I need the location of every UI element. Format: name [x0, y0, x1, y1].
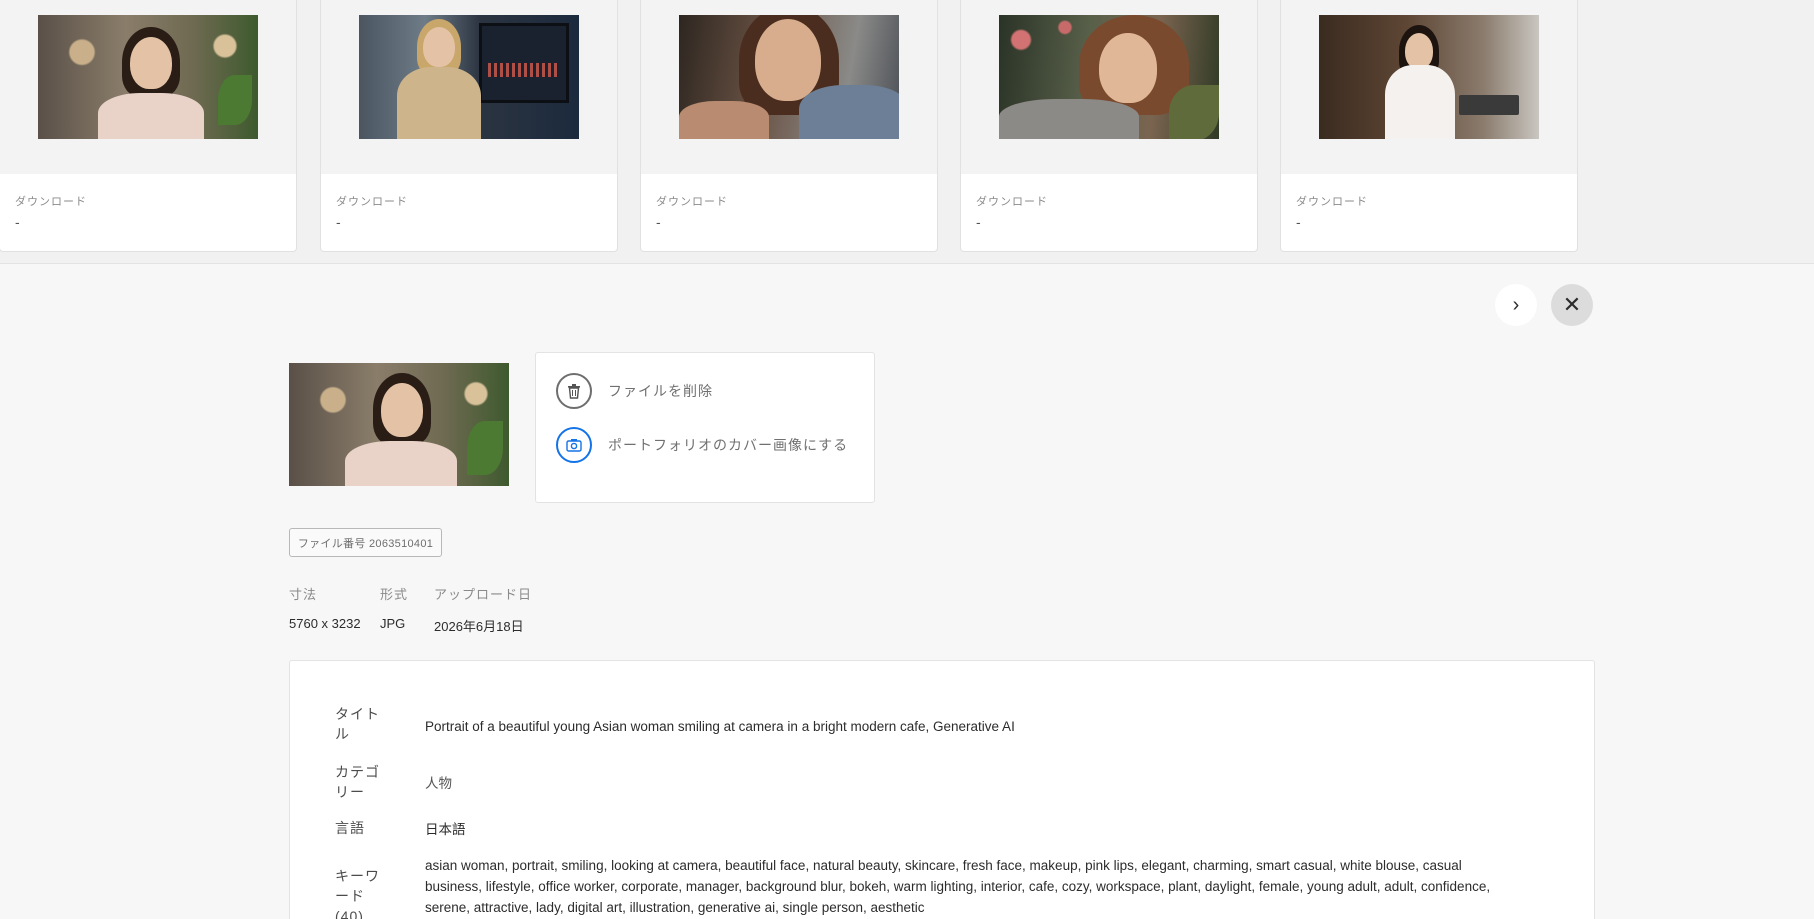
delete-file-action[interactable]: ファイルを削除 — [556, 372, 713, 410]
language-label: 言語 — [335, 820, 365, 836]
asset-card-image-area — [961, 0, 1257, 174]
asset-thumbnail[interactable] — [1319, 15, 1539, 139]
set-cover-label: ポートフォリオのカバー画像にする — [608, 437, 849, 453]
next-button[interactable]: › — [1495, 284, 1537, 326]
download-label: ダウンロード — [656, 196, 728, 208]
download-count: - — [1296, 214, 1301, 230]
trash-icon — [556, 373, 592, 409]
app-root: ダウンロード - ダウンロード - ダウンロード - ダウンロード - ダウンロ… — [0, 0, 1814, 919]
title-field[interactable]: Portrait of a beautiful young Asian woma… — [425, 716, 1015, 737]
asset-thumbnail[interactable] — [679, 15, 899, 139]
chevron-right-icon: › — [1512, 293, 1520, 316]
download-count: - — [15, 214, 20, 230]
file-number-badge: ファイル番号 2063510401 — [289, 528, 442, 557]
close-button[interactable]: ✕ — [1551, 284, 1593, 326]
keywords-field[interactable]: asian woman, portrait, smiling, looking … — [425, 855, 1505, 918]
asset-thumbnail[interactable] — [999, 15, 1219, 139]
asset-card[interactable]: ダウンロード - — [0, 0, 297, 252]
asset-card-image-area — [0, 0, 296, 174]
category-field[interactable]: 人物 — [425, 773, 452, 794]
upload-date-value: 2026年6月18日 — [434, 619, 524, 634]
keywords-label: キーワード (40) — [335, 868, 380, 919]
dimensions-value: 5760 x 3232 — [289, 616, 361, 631]
language-field[interactable]: 日本語 — [425, 819, 466, 840]
download-label: ダウンロード — [15, 196, 87, 208]
asset-card[interactable]: ダウンロード - — [960, 0, 1258, 252]
format-label: 形式 — [380, 587, 409, 602]
download-label: ダウンロード — [976, 196, 1048, 208]
asset-card[interactable]: ダウンロード - — [1280, 0, 1578, 252]
download-count: - — [336, 214, 341, 230]
camera-icon — [556, 427, 592, 463]
category-label: カテゴリー — [335, 764, 380, 800]
delete-file-label: ファイルを削除 — [608, 383, 713, 399]
thumbnail-strip: ダウンロード - ダウンロード - ダウンロード - ダウンロード - ダウンロ… — [0, 0, 1814, 264]
asset-preview-image — [289, 363, 509, 486]
set-cover-action[interactable]: ポートフォリオのカバー画像にする — [556, 426, 848, 464]
dimensions-label: 寸法 — [289, 587, 318, 602]
asset-card[interactable]: ダウンロード - — [320, 0, 618, 252]
download-count: - — [976, 214, 981, 230]
format-value: JPG — [380, 616, 406, 631]
title-label: タイトル — [335, 706, 380, 742]
download-label: ダウンロード — [336, 196, 408, 208]
download-count: - — [656, 214, 661, 230]
close-icon: ✕ — [1562, 292, 1582, 317]
asset-card-image-area — [1281, 0, 1577, 174]
asset-card-image-area — [321, 0, 617, 174]
upload-date-label: アップロード日 — [434, 587, 533, 602]
asset-card-image-area — [641, 0, 937, 174]
asset-thumbnail[interactable] — [38, 15, 258, 139]
asset-thumbnail[interactable] — [359, 15, 579, 139]
download-label: ダウンロード — [1296, 196, 1368, 208]
asset-card[interactable]: ダウンロード - — [640, 0, 938, 252]
